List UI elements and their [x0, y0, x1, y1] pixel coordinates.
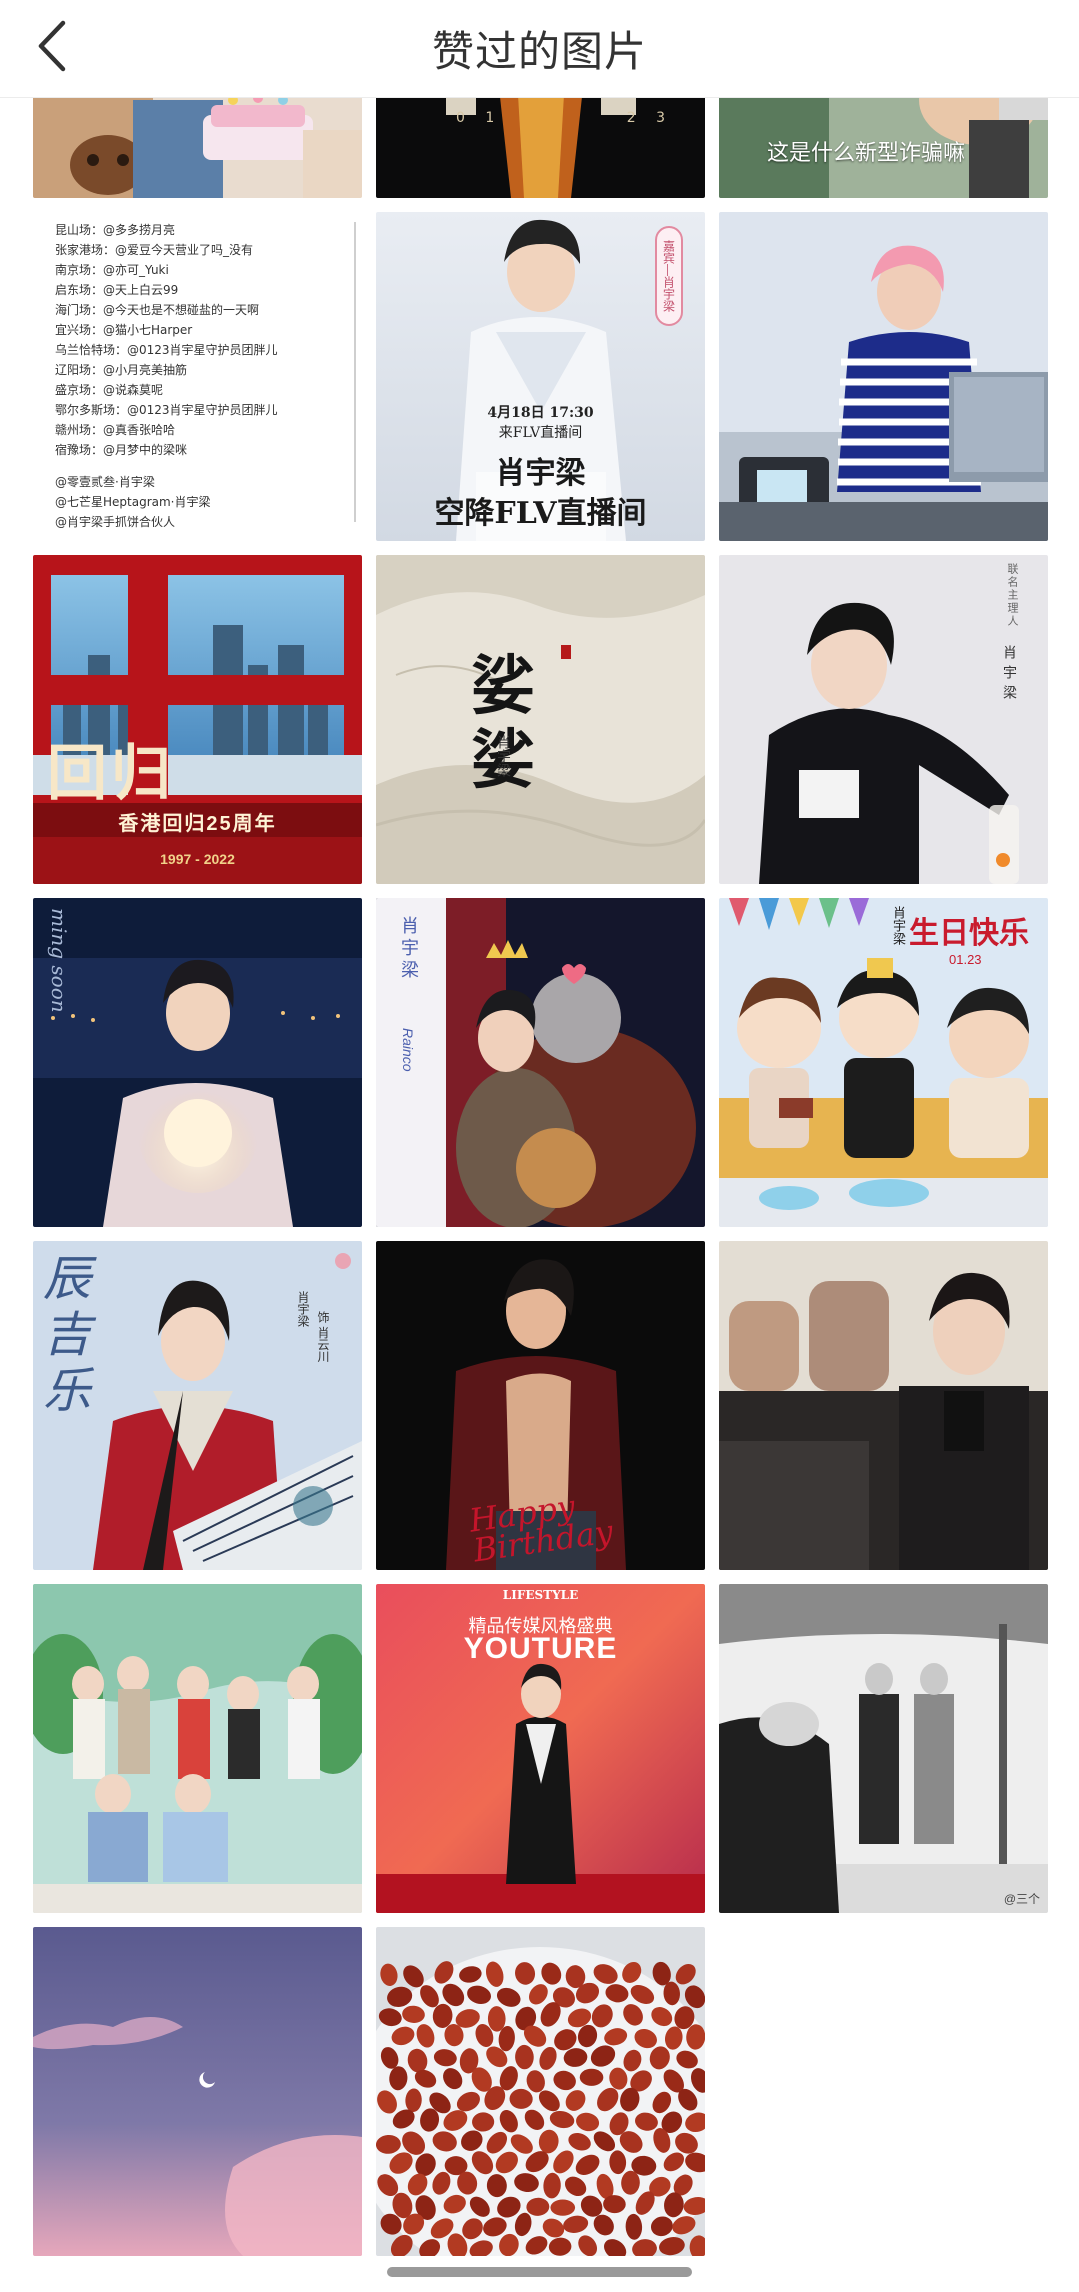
- return-years: 1997 - 2022: [160, 851, 235, 867]
- fan-list-line: 启东场：@天上白云99: [55, 283, 179, 297]
- fan-list-text: 昆山场：@多多捞月亮 张家港场：@爱豆今天营业了吗_没有 南京场：@亦可_Yuk…: [55, 212, 345, 532]
- photo-tile-drama-poster[interactable]: 辰吉乐 肖宇梁 饰 肖云川: [33, 1241, 362, 1570]
- fan-list-line: 辽阳场：@小月亮美抽筋: [55, 363, 188, 377]
- live-time: 4月18日 17:30: [487, 405, 594, 421]
- cartoon-greeting: 生日快乐: [909, 916, 1029, 951]
- fan-list-line: 南京场：@亦可_Yuki: [55, 263, 169, 277]
- return-title: 回归: [47, 739, 175, 809]
- photo-tile-moon-lamp[interactable]: ming soon: [33, 898, 362, 1227]
- fan-list-line: 盛京场：@说森莫呢: [55, 383, 164, 397]
- fan-list-line: @七芒星Heptagram·肖宇梁: [55, 495, 211, 509]
- fan-list-line: @零壹贰叁·肖宇梁: [55, 475, 155, 489]
- photo-tile-song-cover[interactable]: 娑娑 肖宇梁: [376, 555, 705, 884]
- drama-title: 辰吉乐: [43, 1251, 92, 1419]
- fan-list-line: 宿豫场：@月梦中的梁咪: [55, 443, 188, 457]
- peanut: [550, 2199, 576, 2216]
- photo-tile-hk-return[interactable]: 回归 香港回归25周年 1997 - 2022: [33, 555, 362, 884]
- cartoon-date: 01.23: [949, 952, 982, 967]
- photo-watermark: @三个: [1003, 1892, 1040, 1906]
- photo-tile-fan-list[interactable]: 昆山场：@多多捞月亮 张家港场：@爱豆今天营业了吗_没有 南京场：@亦可_Yuk…: [33, 212, 362, 541]
- guest-tag: 嘉宾—肖宇梁: [655, 226, 683, 326]
- photo-tile-shirtless[interactable]: Happy Birthday: [376, 1241, 705, 1570]
- cartoon-name: 肖宇梁: [891, 906, 906, 945]
- event-name: YOUTURE: [463, 1632, 618, 1665]
- drama-role: 饰 肖云川: [316, 1311, 330, 1363]
- return-banner: 香港回归25周年: [118, 813, 277, 835]
- meme-caption: 这是什么新型诈骗嘛: [767, 141, 966, 166]
- live-name: 肖宇梁: [495, 456, 586, 491]
- photo-tile-red-carpet[interactable]: LIFESTYLE 精品传媒风格盛典 YOUTURE: [376, 1584, 705, 1913]
- peanut: [579, 2068, 604, 2086]
- photo-tile-peanuts[interactable]: [376, 1927, 705, 2256]
- page-title: 赞过的图片: [431, 27, 647, 76]
- home-indicator[interactable]: [387, 2267, 692, 2277]
- photo-tile-blurred-group[interactable]: [719, 1241, 1048, 1570]
- side-name: 肖宇梁: [399, 916, 419, 982]
- app-header: 赞过的图片: [0, 0, 1079, 98]
- guest-tag-text: 嘉宾—肖宇梁: [661, 240, 676, 312]
- fan-list-line: 乌兰恰特场：@0123肖宇星守护员团胖儿: [55, 343, 278, 357]
- fan-list-line: 张家港场：@爱豆今天营业了吗_没有: [55, 243, 254, 257]
- fan-list-line: 昆山场：@多多捞月亮: [55, 223, 176, 237]
- fan-list-line: @肖宇梁手抓饼合伙人: [55, 515, 176, 529]
- poster-caption: 0 1 2 3: [456, 110, 674, 126]
- photo-tile-bw-shoot[interactable]: @三个: [719, 1584, 1048, 1913]
- drama-cast: 肖宇梁: [296, 1291, 310, 1327]
- photo-tile-pink-sky[interactable]: [33, 1927, 362, 2256]
- fan-list-line: 海门场：@今天也是不想碰盐的一天啊: [55, 303, 260, 317]
- side-name-en: Rainco: [400, 1028, 416, 1072]
- collab-role: 联名主理人: [1006, 563, 1018, 628]
- photo-tile-flv-live[interactable]: 嘉宾—肖宇梁 4月18日 17:30 来FLV直播间 肖宇梁 空降FLV直播间: [376, 212, 705, 541]
- fan-list-line: 宜兴场：@猫小七Harper: [55, 323, 193, 337]
- fan-list-line: 鄂尔多斯场：@0123肖宇星守护员团胖儿: [55, 403, 278, 417]
- photo-tile-teddy-bear[interactable]: 肖宇梁 Rainco: [376, 898, 705, 1227]
- photo-tile-birthday-cartoon[interactable]: 肖宇梁 生日快乐 01.23: [719, 898, 1048, 1227]
- side-caption: ming soon: [47, 908, 71, 1013]
- live-headline: 空降FLV直播间: [434, 496, 647, 531]
- photo-tile-black-hoodie[interactable]: 联名主理人 肖宇梁: [719, 555, 1048, 884]
- song-singer: 肖宇梁: [496, 735, 512, 777]
- brand-mark: LIFESTYLE: [502, 1588, 579, 1602]
- photo-tile-variety-show[interactable]: [33, 1584, 362, 1913]
- fan-list-line: 赣州场：@真香张哈哈: [55, 423, 176, 437]
- photo-tile-striped-sweater[interactable]: [719, 212, 1048, 541]
- live-subtitle: 来FLV直播间: [498, 425, 583, 441]
- collab-name: 肖宇梁: [1002, 645, 1018, 705]
